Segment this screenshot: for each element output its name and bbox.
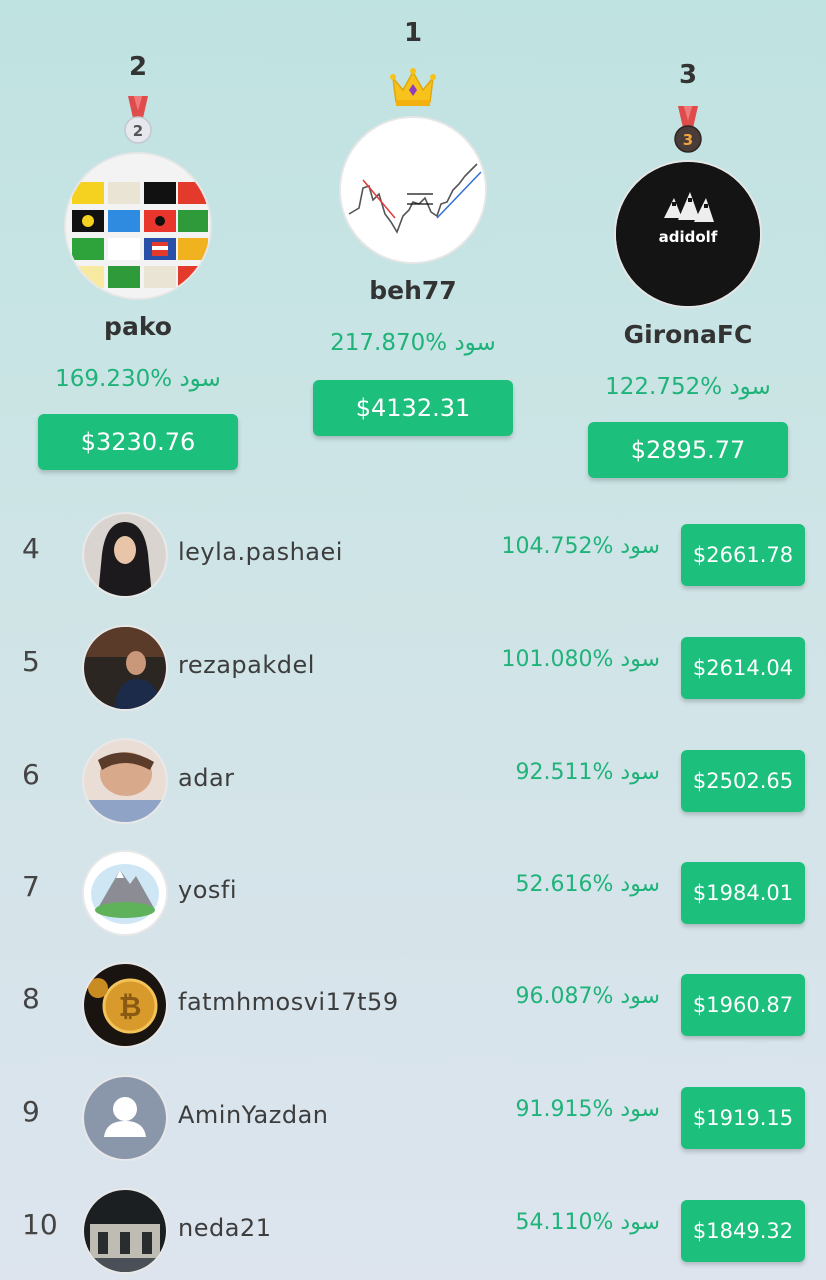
- avatar-logo-text: adidolf: [659, 228, 718, 246]
- username: neda21: [178, 1214, 272, 1242]
- silver-medal-icon: 2: [123, 96, 153, 152]
- podium-first[interactable]: 1 beh77 217.870% سود $4132.31: [293, 0, 533, 450]
- balance-button[interactable]: $1919.15: [681, 1087, 805, 1149]
- rank-number: 6: [22, 758, 40, 791]
- profit-label: 92.511% سود: [515, 760, 661, 785]
- profit-label: 52.616% سود: [515, 872, 661, 897]
- profit-label: 104.752% سود: [501, 534, 660, 559]
- username: leyla.pashaei: [178, 538, 343, 566]
- svg-text:₿: ₿: [119, 990, 142, 1023]
- avatar: [82, 850, 168, 936]
- balance-button[interactable]: $3230.76: [38, 414, 238, 470]
- podium-third[interactable]: 3 3 adidolf GironaFC 122.752% سود $2895.…: [568, 0, 808, 490]
- avatar: [64, 152, 212, 300]
- podium-second[interactable]: 2 2 pako 169.230% سود $3230.76: [18, 0, 258, 480]
- medal-number: 3: [683, 131, 693, 149]
- list-item[interactable]: 4 leyla.pashaei 104.752% سود $2661.78: [0, 512, 826, 624]
- profit-label: 54.110% سود: [515, 1210, 661, 1235]
- rank-number: 7: [22, 870, 40, 903]
- list-item[interactable]: 9 AminYazdan 91.915% سود $1919.15: [0, 1075, 826, 1187]
- medal-number: 2: [133, 122, 143, 140]
- balance-button[interactable]: $1984.01: [681, 862, 805, 924]
- list-item[interactable]: 7 yosfi 52.616% سود $1984.01: [0, 850, 826, 962]
- avatar: [82, 1188, 168, 1274]
- balance-button[interactable]: $4132.31: [313, 380, 513, 436]
- username: rezapakdel: [178, 651, 315, 679]
- player-name: beh77: [369, 276, 457, 305]
- username: AminYazdan: [178, 1101, 329, 1129]
- rank-number: 2: [128, 52, 148, 82]
- list-item[interactable]: 8 ₿ fatmhmosvi17t59 96.087% سود $1960.87: [0, 962, 826, 1074]
- list-item[interactable]: 10 neda21 54.110% سود $1849.32: [0, 1188, 826, 1280]
- rank-number: 3: [678, 60, 698, 90]
- profit-label: 122.752% سود: [605, 374, 771, 400]
- profit-label: 96.087% سود: [515, 984, 661, 1009]
- profit-label: 217.870% سود: [330, 330, 496, 356]
- profit-label: 101.080% سود: [501, 647, 660, 672]
- balance-button[interactable]: $1960.87: [681, 974, 805, 1036]
- username: yosfi: [178, 876, 238, 904]
- balance-button[interactable]: $1849.32: [681, 1200, 805, 1262]
- player-name: GironaFC: [623, 320, 753, 349]
- avatar: [339, 116, 487, 264]
- avatar: [82, 738, 168, 824]
- avatar: [82, 625, 168, 711]
- default-avatar-icon: [82, 1075, 168, 1161]
- username: adar: [178, 764, 235, 792]
- avatar: [82, 512, 168, 598]
- list-item[interactable]: 5 rezapakdel 101.080% سود $2614.04: [0, 625, 826, 737]
- player-name: pako: [104, 312, 172, 341]
- rank-number: 4: [22, 532, 40, 565]
- balance-button[interactable]: $2661.78: [681, 524, 805, 586]
- rank-number: 5: [22, 645, 40, 678]
- list-item[interactable]: 6 adar 92.511% سود $2502.65: [0, 738, 826, 850]
- rank-number: 1: [403, 18, 423, 48]
- rank-number: 9: [22, 1095, 40, 1128]
- balance-button[interactable]: $2502.65: [681, 750, 805, 812]
- profit-label: 91.915% سود: [515, 1097, 661, 1122]
- avatar: ₿: [82, 962, 168, 1048]
- avatar: adidolf: [614, 160, 762, 308]
- podium: 2 2 pako 169.230% سود $3230.76 1 beh77 2…: [0, 0, 826, 500]
- rank-number: 10: [22, 1208, 58, 1241]
- balance-button[interactable]: $2895.77: [588, 422, 788, 478]
- balance-button[interactable]: $2614.04: [681, 637, 805, 699]
- bronze-medal-icon: 3: [673, 106, 703, 160]
- crown-icon: [390, 66, 436, 112]
- rank-number: 8: [22, 982, 40, 1015]
- username: fatmhmosvi17t59: [178, 988, 399, 1016]
- profit-label: 169.230% سود: [55, 366, 221, 392]
